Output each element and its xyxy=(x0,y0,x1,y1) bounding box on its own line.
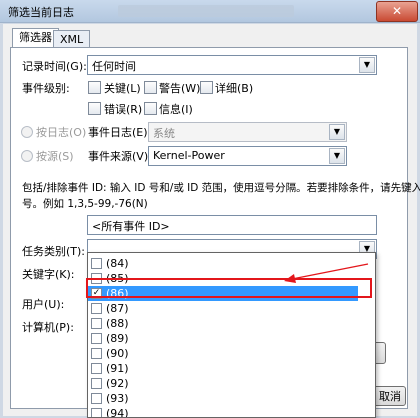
task-category-option[interactable]: (92) xyxy=(88,376,358,391)
error-label: 错误(R) xyxy=(104,103,143,116)
option-label: (94) xyxy=(106,407,129,418)
event-source-label: 事件来源(V): xyxy=(88,150,152,163)
option-checkbox[interactable] xyxy=(91,258,102,269)
option-checkbox[interactable] xyxy=(91,393,102,404)
checkbox-critical[interactable] xyxy=(88,81,101,94)
chevron-down-icon[interactable]: ▼ xyxy=(329,148,345,164)
option-label: (91) xyxy=(106,362,129,375)
task-category-label: 任务类别(T): xyxy=(22,245,86,258)
blurred-title-text xyxy=(118,5,294,17)
computer-label: 计算机(P): xyxy=(22,321,74,334)
option-label: (90) xyxy=(106,347,129,360)
event-logs-label: 事件日志(E): xyxy=(88,126,152,139)
option-label: (87) xyxy=(106,302,129,315)
checkbox-verbose[interactable] xyxy=(200,81,213,94)
event-logs-combobox[interactable]: 系统 ▼ xyxy=(148,122,347,142)
window-title: 筛选当前日志 xyxy=(8,6,74,19)
task-category-option[interactable]: (89) xyxy=(88,331,358,346)
checkbox-warning[interactable] xyxy=(144,81,157,94)
option-label: (84) xyxy=(106,257,129,270)
logged-combobox[interactable]: 任何时间 ▼ xyxy=(87,55,377,75)
checkbox-information[interactable] xyxy=(144,102,157,115)
event-source-value: Kernel-Power xyxy=(153,149,225,162)
event-level-label: 事件级别: xyxy=(22,82,70,95)
title-bar: 筛选当前日志 ✕ xyxy=(0,0,420,23)
logged-value: 任何时间 xyxy=(92,60,136,73)
user-label: 用户(U): xyxy=(22,298,65,311)
cancel-label: 取消 xyxy=(379,390,401,403)
by-source-label: 按源(S) xyxy=(36,150,74,163)
option-checkbox[interactable] xyxy=(91,408,102,417)
option-label: (93) xyxy=(106,392,129,405)
task-category-option[interactable]: (93) xyxy=(88,391,358,406)
task-category-option[interactable]: (87) xyxy=(88,301,358,316)
verbose-label: 详细(B) xyxy=(215,82,254,95)
chevron-down-icon[interactable]: ▼ xyxy=(359,57,375,73)
checkbox-error[interactable] xyxy=(88,102,101,115)
critical-label: 关键(L) xyxy=(104,82,141,95)
radio-by-source[interactable] xyxy=(21,150,33,162)
logged-label: 记录时间(G): xyxy=(22,60,87,73)
option-label: (92) xyxy=(106,377,129,390)
warning-label: 警告(W) xyxy=(159,82,201,95)
option-label: (88) xyxy=(106,317,129,330)
event-logs-value: 系统 xyxy=(153,127,175,140)
event-id-hint-line2: 号。例如 1,3,5-99,-76(N) xyxy=(22,198,148,210)
task-category-option[interactable]: (94) xyxy=(88,406,358,418)
option-checkbox[interactable] xyxy=(91,333,102,344)
option-label: (89) xyxy=(106,332,129,345)
annotation-arrow xyxy=(284,263,369,283)
radio-by-log[interactable] xyxy=(21,126,33,138)
option-checkbox[interactable] xyxy=(91,303,102,314)
task-category-option[interactable]: (91) xyxy=(88,361,358,376)
tab-filter[interactable]: 筛选器 xyxy=(12,28,59,49)
task-category-option[interactable]: (90) xyxy=(88,346,358,361)
event-id-hint-line1: 包括/排除事件 ID: 输入 ID 号和/或 ID 范围，使用逗号分隔。若要排除… xyxy=(22,182,420,194)
option-checkbox[interactable] xyxy=(91,348,102,359)
close-button[interactable]: ✕ xyxy=(376,1,418,22)
keywords-label: 关键字(K): xyxy=(22,268,75,281)
information-label: 信息(I) xyxy=(159,103,193,116)
by-log-label: 按日志(O) xyxy=(36,126,87,139)
option-checkbox[interactable] xyxy=(91,318,102,329)
event-id-value: <所有事件 ID> xyxy=(92,220,170,233)
event-source-combobox[interactable]: Kernel-Power ▼ xyxy=(148,146,347,166)
task-category-option[interactable]: (88) xyxy=(88,316,358,331)
chevron-down-icon[interactable]: ▼ xyxy=(329,124,345,140)
event-id-input[interactable]: <所有事件 ID> xyxy=(87,215,377,235)
option-checkbox[interactable] xyxy=(91,378,102,389)
option-checkbox[interactable] xyxy=(91,363,102,374)
